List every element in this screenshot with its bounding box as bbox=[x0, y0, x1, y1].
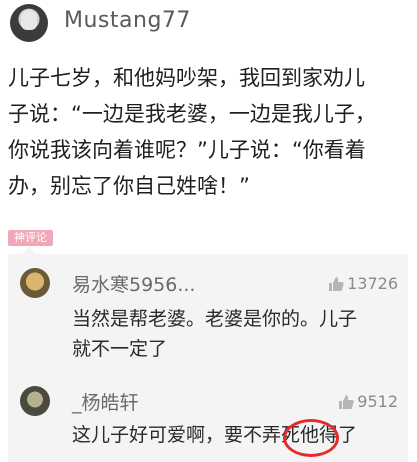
commenter-name[interactable]: 易水寒5956... bbox=[72, 270, 195, 297]
like-count[interactable]: 9512 bbox=[338, 392, 398, 411]
hot-comment-tag: 神评论 bbox=[8, 230, 53, 246]
post-line: 你说我该向着谁呢？”儿子说：“你看着 bbox=[8, 138, 366, 162]
like-count-value: 9512 bbox=[357, 392, 398, 411]
post-line: 办，别忘了你自己姓啥！” bbox=[8, 174, 250, 198]
highlight-circle bbox=[283, 419, 339, 457]
avatar[interactable] bbox=[20, 268, 50, 298]
comment-line: 当然是帮老婆。老婆是你的。儿子 bbox=[72, 308, 358, 330]
commenter-name[interactable]: _杨皓轩 bbox=[72, 388, 139, 415]
comment-line: 就不一定了 bbox=[72, 338, 168, 360]
comment-line: 这儿子好可爱啊，要不弄死他得了 bbox=[72, 424, 358, 446]
like-count[interactable]: 13726 bbox=[328, 274, 398, 293]
thumbs-up-icon[interactable] bbox=[338, 394, 354, 410]
post-line: 子说：“一边是我老婆，一边是我儿子， bbox=[8, 102, 376, 126]
comment-text: 当然是帮老婆。老婆是你的。儿子 就不一定了 bbox=[72, 304, 402, 364]
like-count-value: 13726 bbox=[347, 274, 398, 293]
avatar[interactable] bbox=[10, 4, 48, 42]
thumbs-up-icon[interactable] bbox=[328, 276, 344, 292]
post-body: 儿子七岁，和他妈吵架，我回到家劝儿 子说：“一边是我老婆，一边是我儿子， 你说我… bbox=[8, 60, 410, 204]
post-line: 儿子七岁，和他妈吵架，我回到家劝儿 bbox=[8, 66, 365, 90]
comment-text: 这儿子好可爱啊，要不弄死他得了 bbox=[72, 420, 402, 450]
username[interactable]: Mustang77 bbox=[64, 8, 191, 33]
post-header: Mustang77 bbox=[0, 0, 417, 50]
avatar[interactable] bbox=[20, 386, 50, 416]
comments-section: 易水寒5956... 13726 当然是帮老婆。老婆是你的。儿子 就不一定了 _… bbox=[8, 247, 408, 462]
